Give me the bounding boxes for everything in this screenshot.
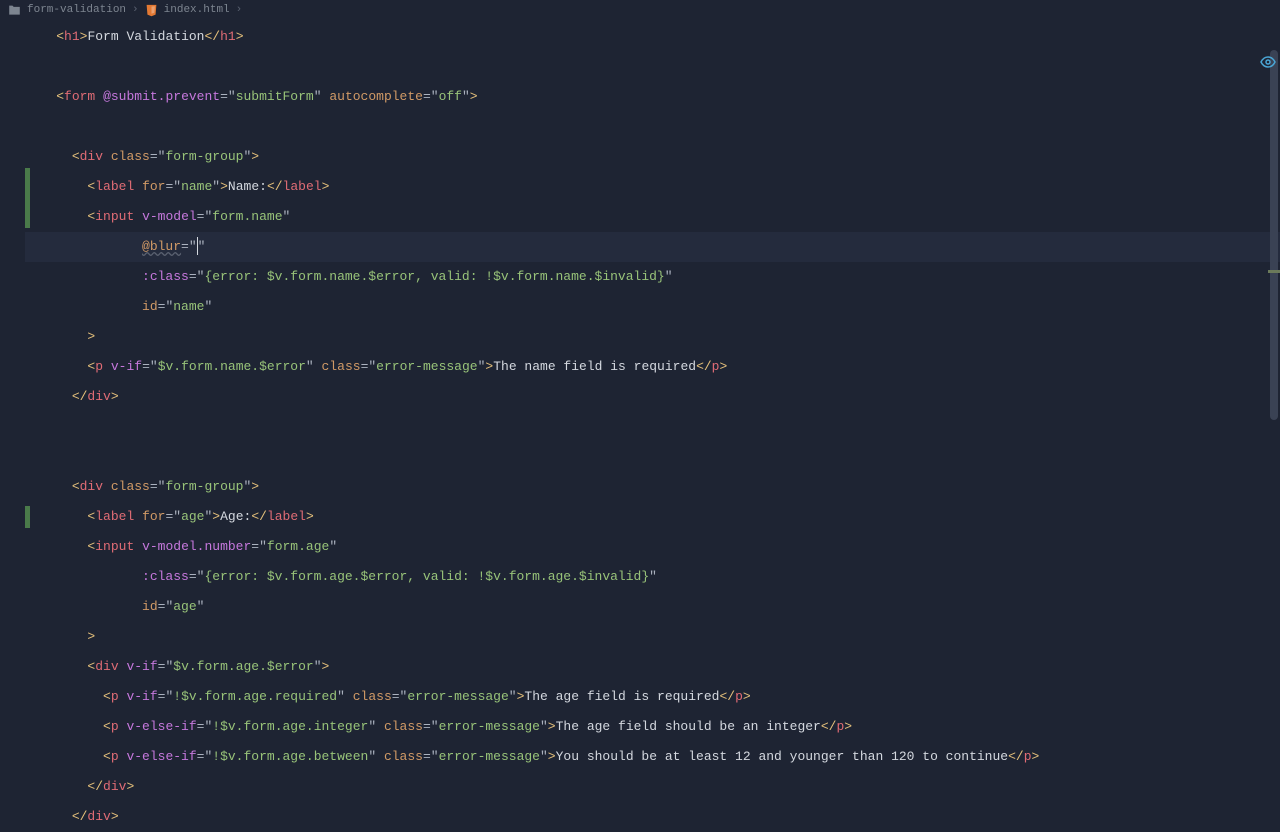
code-line[interactable]: <input v-model.number="form.age" — [25, 532, 1280, 562]
breadcrumb[interactable]: form-validation › index.html › — [0, 0, 1280, 20]
code-line-current[interactable]: @blur="" — [25, 232, 1280, 262]
html-file-icon — [145, 4, 158, 17]
text-content: Form Validation — [87, 29, 204, 44]
code-line[interactable]: <label for="name">Name:</label> — [25, 172, 1280, 202]
code-line[interactable]: <div v-if="$v.form.age.$error"> — [25, 652, 1280, 682]
breadcrumb-file[interactable]: index.html — [164, 4, 230, 16]
code-line[interactable] — [25, 442, 1280, 472]
chevron-right-icon: › — [236, 4, 243, 16]
code-editor[interactable]: <h1>Form Validation</h1> <form @submit.p… — [0, 20, 1280, 720]
code-line[interactable]: id="age" — [25, 592, 1280, 622]
code-line[interactable]: <div class="form-group"> — [25, 142, 1280, 172]
chevron-right-icon: › — [132, 4, 139, 16]
code-line[interactable]: :class="{error: $v.form.name.$error, val… — [25, 262, 1280, 292]
code-line[interactable]: <p v-else-if="!$v.form.age.integer" clas… — [25, 712, 1280, 742]
minimap-region-marker[interactable] — [1268, 270, 1280, 273]
code-line[interactable]: <h1>Form Validation</h1> — [25, 22, 1280, 52]
code-line[interactable]: > — [25, 322, 1280, 352]
text-cursor — [197, 237, 198, 255]
code-line[interactable]: <form @submit.prevent="submitForm" autoc… — [25, 82, 1280, 112]
code-line[interactable] — [25, 412, 1280, 442]
breadcrumb-folder[interactable]: form-validation — [27, 4, 126, 16]
code-line[interactable]: </div> — [25, 772, 1280, 802]
gutter-change-marker — [25, 506, 30, 528]
code-line[interactable]: <label for="age">Age:</label> — [25, 502, 1280, 532]
code-line[interactable] — [25, 112, 1280, 142]
code-line[interactable]: <p v-if="$v.form.name.$error" class="err… — [25, 352, 1280, 382]
code-line[interactable]: <p v-else-if="!$v.form.age.between" clas… — [25, 742, 1280, 772]
vertical-scrollbar[interactable] — [1270, 50, 1278, 420]
folder-icon — [8, 4, 21, 17]
code-line[interactable]: :class="{error: $v.form.age.$error, vali… — [25, 562, 1280, 592]
code-line[interactable]: </div> — [25, 382, 1280, 412]
code-line[interactable]: > — [25, 622, 1280, 652]
code-line[interactable]: id="name" — [25, 292, 1280, 322]
code-line[interactable]: <p v-if="!$v.form.age.required" class="e… — [25, 682, 1280, 712]
eye-icon[interactable] — [1260, 56, 1276, 72]
code-line[interactable] — [25, 52, 1280, 82]
code-line[interactable]: </div> — [25, 802, 1280, 832]
code-line[interactable]: <input v-model="form.name" — [25, 202, 1280, 232]
code-line[interactable]: <div class="form-group"> — [25, 472, 1280, 502]
